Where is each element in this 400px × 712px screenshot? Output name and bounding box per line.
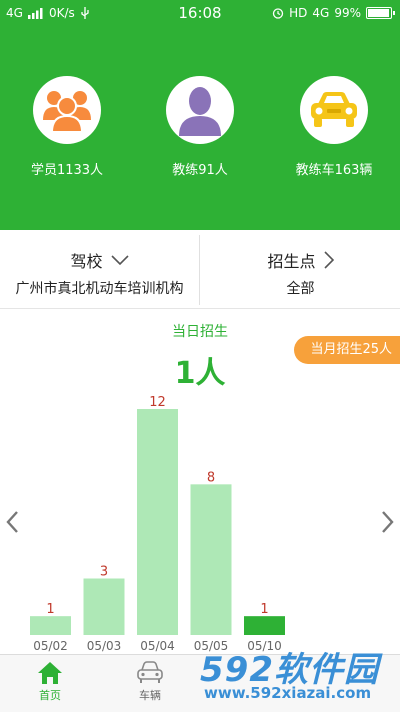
home-icon	[38, 662, 62, 684]
tab-home-label: 首页	[39, 689, 61, 702]
battery-icon	[366, 7, 395, 19]
chevron-right-icon	[323, 251, 334, 269]
chart-x-tick-label: 05/03	[87, 639, 122, 653]
stat-coaches[interactable]: 教练91人	[140, 76, 260, 178]
chart-x-tick-label: 05/04	[140, 639, 175, 653]
school-selector-title: 驾校	[70, 252, 103, 271]
chart-x-tick-label: 05/02	[33, 639, 68, 653]
chart-bar-05/10[interactable]	[244, 616, 285, 635]
chart-value-label: 1	[46, 602, 54, 617]
cars-count: 教练车163辆	[295, 163, 373, 178]
tab-vehicles-label: 车辆	[139, 689, 161, 702]
chevron-down-icon	[110, 255, 129, 265]
students-count: 学员1133人	[30, 163, 104, 178]
status-bar: 4G 0K/s 16:08 HD 4G 99%	[0, 0, 400, 26]
chart-bar-05/02[interactable]	[30, 616, 71, 635]
chevron-left-icon[interactable]	[5, 510, 19, 534]
car-icon	[300, 76, 368, 144]
chart-bar-05/03[interactable]	[83, 578, 125, 636]
chart-bar-05/04[interactable]	[137, 409, 178, 635]
school-selector[interactable]: 驾校 广州市真北机动车培训机构	[0, 232, 199, 308]
car-outline-icon	[137, 661, 163, 683]
chart-bar-05/05[interactable]	[190, 484, 232, 635]
coaches-count: 教练91人	[172, 163, 228, 178]
selector-bar: 驾校 广州市真北机动车培训机构 招生点 全部	[0, 232, 400, 309]
battery-percent: 99%	[334, 6, 361, 20]
enrollment-bar-chart: 105/02305/031205/04805/05105/10	[30, 395, 285, 653]
selector-divider	[199, 235, 200, 305]
tab-vehicles[interactable]: 车辆	[100, 655, 200, 703]
site-selector-title: 招生点	[267, 252, 316, 271]
chart-value-label: 12	[149, 395, 166, 410]
watermark-url: www.592xiazai.com	[204, 684, 372, 702]
alarm-icon	[272, 8, 284, 19]
hd-indicator: HD	[289, 6, 308, 20]
site-selector-value: 全部	[286, 281, 315, 297]
students-icon	[33, 76, 101, 144]
monthly-enrollment-badge[interactable]: 当月招生25人	[294, 336, 400, 364]
stat-students[interactable]: 学员1133人	[7, 76, 127, 178]
chart-value-label: 1	[260, 602, 268, 617]
tab-home[interactable]: 首页	[0, 655, 100, 703]
watermark: 592软件园 www.592xiazai.com	[196, 636, 396, 708]
network-type-2: 4G	[312, 6, 330, 20]
chart-value-label: 8	[207, 470, 215, 485]
stats-header: 4G 0K/s 16:08 HD 4G 99% 学员1133人 教练91人 教练…	[0, 0, 400, 230]
chart-value-label: 3	[100, 565, 108, 580]
school-selector-value: 广州市真北机动车培训机构	[15, 281, 184, 297]
stat-cars[interactable]: 教练车163辆	[274, 76, 394, 178]
chevron-right-arrow-icon[interactable]	[381, 510, 395, 534]
site-selector[interactable]: 招生点 全部	[201, 232, 400, 308]
coach-icon	[166, 76, 234, 144]
